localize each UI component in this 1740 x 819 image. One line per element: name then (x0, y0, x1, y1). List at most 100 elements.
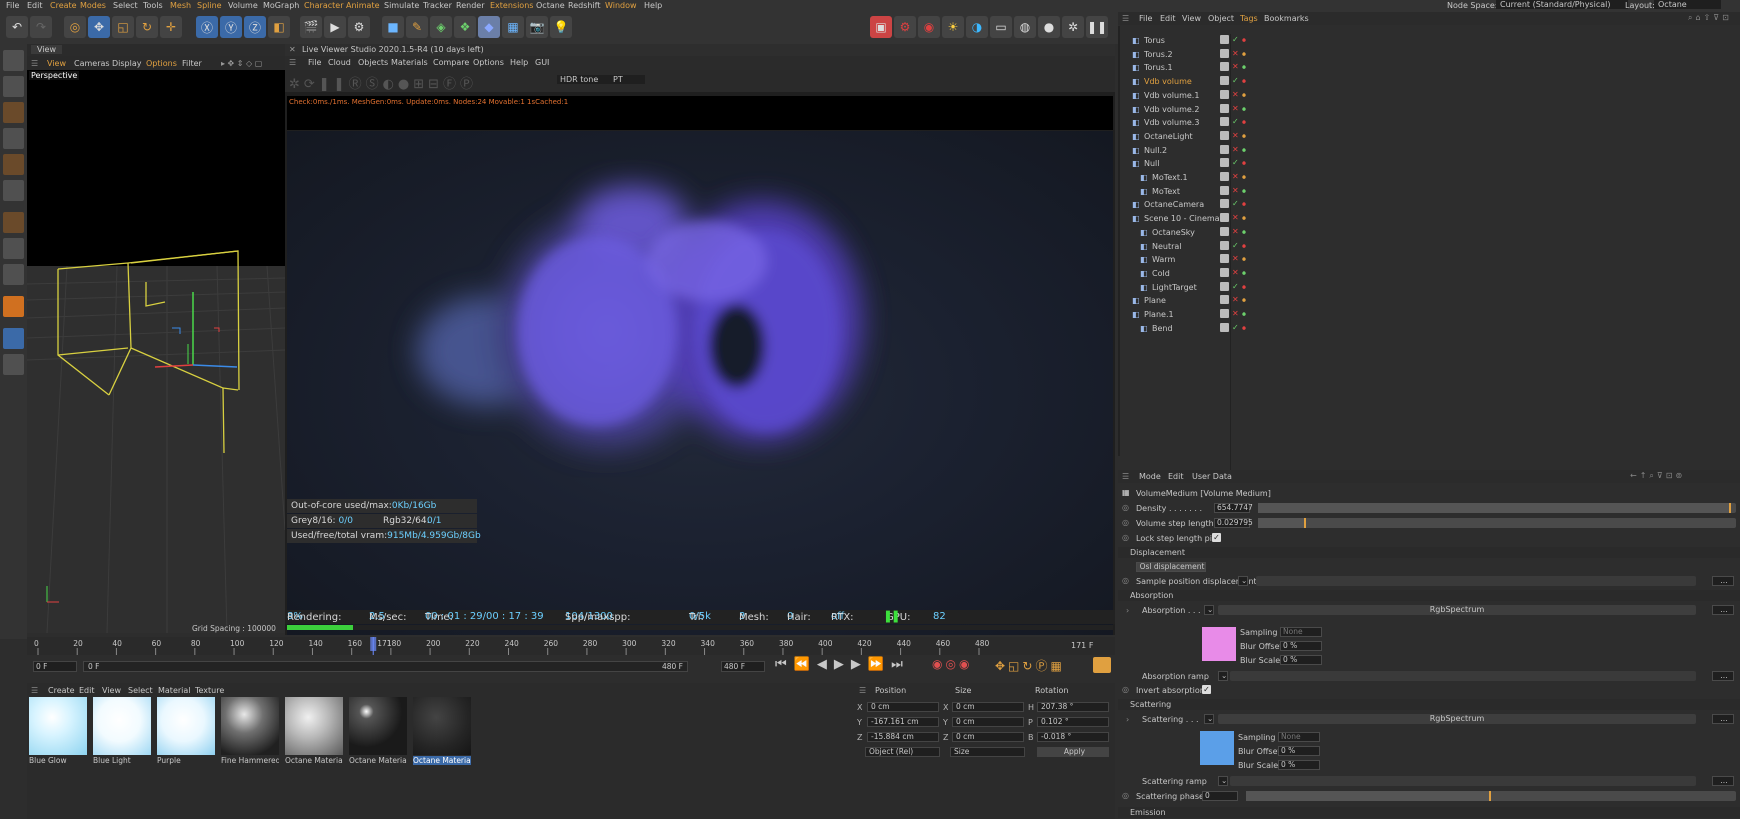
lv-control-icons[interactable]: ✲⟳❚❚ⓇⓈ◐●⊞⊟ⒻⓅ (289, 73, 477, 92)
more-button[interactable]: ... (1712, 576, 1734, 586)
enable-toggle-icon[interactable]: ✓ (1232, 199, 1239, 208)
object-row[interactable]: ◧ Vdb volume.3 ✓ ⦁ (1118, 116, 1740, 129)
tag-icon[interactable]: ⦁ (1242, 323, 1246, 333)
x-axis-icon[interactable]: Ⓧ (196, 16, 218, 38)
hamburger-icon[interactable]: ☰ (31, 59, 38, 68)
enable-toggle-icon[interactable]: ✕ (1232, 227, 1239, 236)
start-frame-field[interactable]: 0 F (33, 661, 77, 672)
enable-toggle-icon[interactable]: ✓ (1232, 35, 1239, 44)
object-row[interactable]: ◧ Torus ✓ ⦁ (1118, 34, 1740, 47)
visibility-toggle[interactable] (1220, 172, 1229, 181)
enable-toggle-icon[interactable]: ✓ (1232, 282, 1239, 291)
object-name[interactable]: Torus.1 (1144, 63, 1173, 72)
tag-icon[interactable]: ⦁ (1242, 76, 1246, 86)
mat-menu-select[interactable]: Select (128, 686, 153, 695)
absorption-node-slot[interactable]: RgbSpectrum (1218, 605, 1696, 615)
object-name[interactable]: Warm (1152, 255, 1175, 264)
object-name[interactable]: Torus (1144, 36, 1165, 45)
close-icon[interactable]: ✕ (289, 45, 296, 54)
enable-toggle-icon[interactable]: ✕ (1232, 213, 1239, 222)
material-swatch[interactable]: Blue Light (91, 697, 153, 769)
blur-scale-field[interactable]: 0 % (1280, 655, 1322, 665)
menu-simulate[interactable]: Simulate (384, 1, 419, 10)
object-name[interactable]: Plane (1144, 296, 1166, 305)
scattering-ramp-slot[interactable] (1230, 776, 1696, 786)
material-swatch[interactable]: Octane Material (283, 697, 345, 769)
redo-icon[interactable]: ↷ (30, 16, 52, 38)
enable-toggle-icon[interactable]: ✕ (1232, 145, 1239, 154)
layout-select[interactable]: Octane (1654, 0, 1721, 9)
anim-dot-icon[interactable]: ◎ (1122, 576, 1129, 585)
visibility-toggle[interactable] (1220, 240, 1229, 250)
step-length-field[interactable]: 0.029795 (1214, 518, 1253, 528)
attr-nav-icons[interactable]: ←↑⌕⊽⊡⊚ (1630, 471, 1685, 481)
material-swatch[interactable]: Fine Hammered M (219, 697, 281, 769)
object-row[interactable]: ◧ Null ✓ ⦁ (1118, 157, 1740, 170)
object-row[interactable]: ◧ Warm ✕ ⦁ (1118, 253, 1740, 266)
model-mode-icon[interactable] (3, 50, 24, 71)
menu-tools[interactable]: Tools (143, 1, 163, 10)
mat-menu-edit[interactable]: Edit (79, 686, 95, 695)
transform-icon[interactable]: ✛ (160, 16, 182, 38)
absorption-ramp-slot[interactable] (1230, 671, 1696, 681)
rotate-icon[interactable]: ↻ (136, 16, 158, 38)
visibility-toggle[interactable] (1220, 76, 1229, 86)
apply-button[interactable]: Apply (1037, 747, 1109, 757)
object-row[interactable]: ◧ Neutral ✓ ⦁ (1118, 240, 1740, 253)
axis-mode-icon[interactable] (3, 212, 24, 233)
blur-offset-field[interactable]: 0 % (1278, 746, 1320, 756)
lv-menu-help[interactable]: Help (510, 58, 528, 67)
anim-dot-icon[interactable]: ◎ (1122, 791, 1129, 800)
object-row[interactable]: ◧ LightTarget ✓ ⦁ (1118, 281, 1740, 294)
object-name[interactable]: Vdb volume.3 (1144, 118, 1199, 127)
attr-menu-edit[interactable]: Edit (1168, 472, 1184, 481)
size-y-field[interactable]: 0 cm (952, 717, 1024, 727)
menu-create[interactable]: Create (50, 1, 77, 10)
lock-workplane-icon[interactable] (3, 354, 24, 375)
tweak-icon[interactable] (3, 238, 24, 259)
tag-icon[interactable]: ⦁ (1242, 309, 1246, 319)
enable-toggle-icon[interactable]: ✓ (1232, 117, 1239, 126)
frame-range-slider[interactable]: 0 F 480 F (83, 661, 688, 672)
menu-mesh[interactable]: Mesh (170, 1, 191, 10)
enable-toggle-icon[interactable]: ✕ (1232, 104, 1239, 113)
light-icon[interactable]: 💡 (550, 16, 572, 38)
object-name[interactable]: Null.2 (1144, 146, 1167, 155)
visibility-toggle[interactable] (1220, 267, 1229, 277)
object-row[interactable]: ◧ Bend ✓ ⦁ (1118, 322, 1740, 335)
tag-icon[interactable]: ⦁ (1242, 241, 1246, 251)
object-row[interactable]: ◧ Vdb volume ✓ ⦁ (1118, 75, 1740, 88)
polygons-mode-icon[interactable] (3, 154, 24, 175)
object-row[interactable]: ◧ Vdb volume.2 ✕ ⦁ (1118, 103, 1740, 116)
object-row[interactable]: ◧ OctaneCamera ✓ ⦁ (1118, 198, 1740, 211)
absorption-color-swatch[interactable] (1202, 627, 1236, 661)
material-swatch[interactable]: Octane Material.1 (347, 697, 409, 769)
enable-toggle-icon[interactable]: ✕ (1232, 268, 1239, 277)
enable-toggle-icon[interactable]: ✓ (1232, 76, 1239, 85)
menu-tracker[interactable]: Tracker (423, 1, 452, 10)
texture-mode-icon[interactable] (3, 76, 24, 97)
octane-settings-icon[interactable]: ⚙ (894, 16, 916, 38)
enable-toggle-icon[interactable]: ✕ (1232, 62, 1239, 71)
menu-window[interactable]: Window (605, 1, 637, 10)
visibility-toggle[interactable] (1220, 254, 1229, 264)
mat-menu-create[interactable]: Create (48, 686, 75, 695)
material-swatch[interactable]: Blue Glow (27, 697, 89, 769)
osl-displacement-button[interactable]: Osl displacement (1136, 562, 1206, 572)
octane-camera-icon[interactable]: ◉ (918, 16, 940, 38)
attr-menu-mode[interactable]: Mode (1139, 472, 1161, 481)
om-menu-bookmarks[interactable]: Bookmarks (1264, 14, 1309, 23)
tag-icon[interactable]: ⦁ (1242, 104, 1246, 114)
tag-icon[interactable]: ⦁ (1242, 90, 1246, 100)
viewport-menu-display[interactable]: Display (112, 59, 142, 68)
viewport-nav-icons[interactable]: ▸ ✥ ⇕ ◇ ▢ (221, 59, 262, 68)
visibility-toggle[interactable] (1220, 281, 1229, 291)
rotation-b-field[interactable]: -0.018 ° (1037, 732, 1109, 742)
menu-modes[interactable]: Modes (80, 1, 106, 10)
menu-select[interactable]: Select (113, 1, 138, 10)
hamburger-icon[interactable]: ☰ (1122, 14, 1129, 23)
menu-edit[interactable]: Edit (27, 1, 43, 10)
anim-dot-icon[interactable]: ◎ (1122, 685, 1129, 694)
rotation-p-field[interactable]: 0.102 ° (1037, 717, 1109, 727)
lv-menu-file[interactable]: File (308, 58, 321, 67)
